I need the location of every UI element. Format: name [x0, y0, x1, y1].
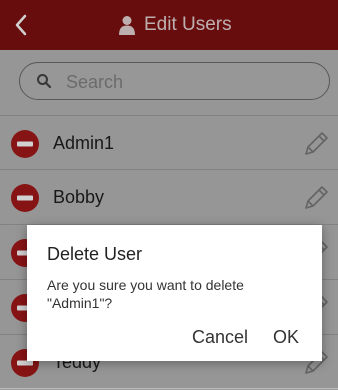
dialog-message: Are you sure you want to delete "Admin1"…	[47, 277, 244, 311]
delete-user-dialog: Delete User Are you sure you want to del…	[27, 225, 322, 361]
ok-button[interactable]: OK	[273, 327, 299, 348]
cancel-button[interactable]: Cancel	[192, 327, 248, 348]
dialog-title: Delete User	[47, 244, 143, 264]
